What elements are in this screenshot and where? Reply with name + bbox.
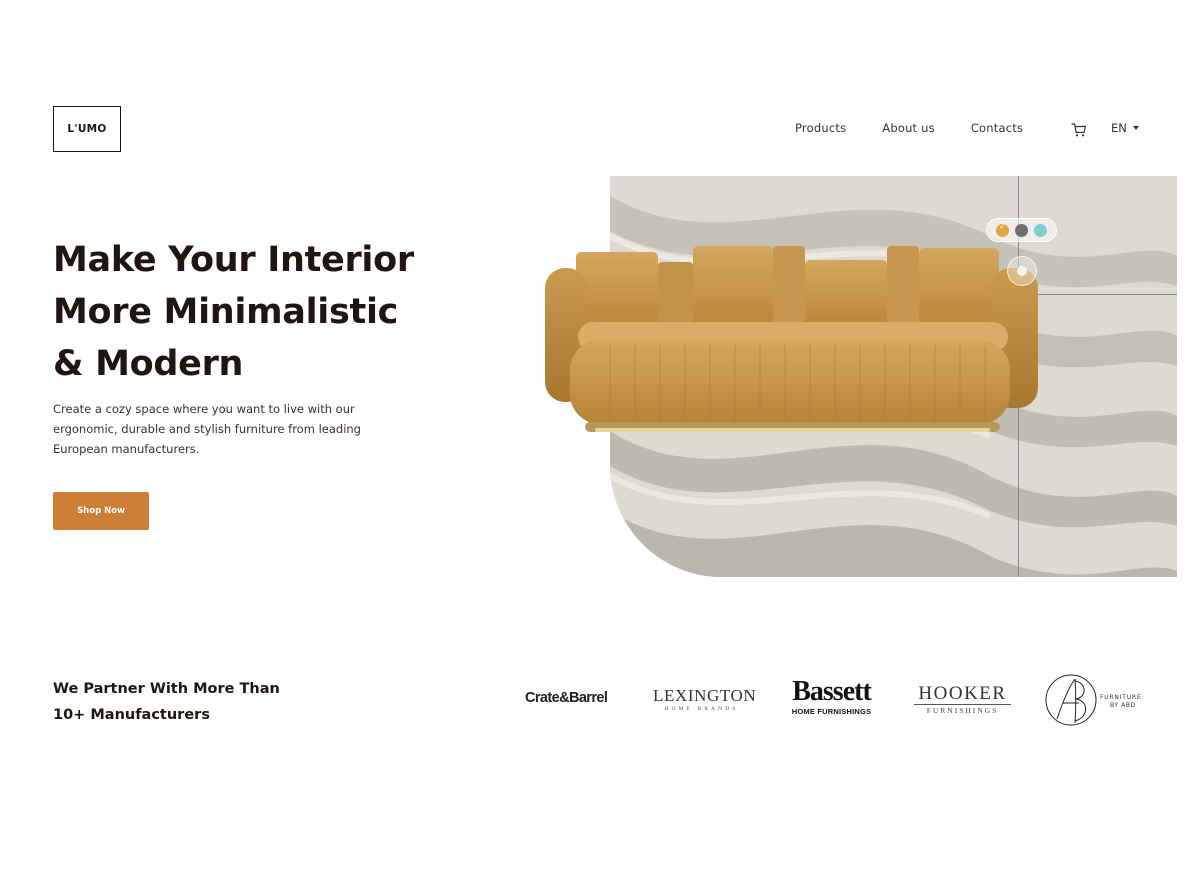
- brand-logo-crate-barrel: Crate&Barrel: [525, 690, 608, 706]
- partners-title: We Partner With More Than 10+ Manufactur…: [53, 676, 373, 728]
- brand-lexington-name: LEXINGTON: [653, 686, 757, 705]
- main-nav: Products About us Contacts: [795, 121, 1059, 135]
- brand-bassett-sub: HOME FURNISHINGS: [791, 707, 872, 716]
- brand-logo-furniture-by-abd: FURNITURE BY ABD: [1045, 673, 1145, 727]
- hotspot-dot: [1017, 266, 1027, 276]
- brand-logo-bassett: Bassett HOME FURNISHINGS: [783, 676, 880, 717]
- brand-abd-sub: BY ABD: [1110, 702, 1136, 709]
- language-selector[interactable]: EN: [1111, 121, 1139, 135]
- hero-title-line-2: More Minimalistic: [53, 292, 399, 332]
- brand-hooker-name: HOOKER: [914, 684, 1011, 705]
- abd-monogram-icon: [1045, 674, 1097, 726]
- caret-down-icon: [1132, 126, 1139, 130]
- brand-lexington-sub: HOME BRANDS: [664, 706, 739, 712]
- color-swatches: ✓: [986, 218, 1057, 242]
- nav-about-us[interactable]: About us: [882, 121, 935, 135]
- brand-bassett-name: Bassett: [792, 676, 872, 707]
- swatch-gray[interactable]: [1015, 223, 1028, 237]
- product-hotspot[interactable]: [1007, 256, 1037, 286]
- swatch-mustard[interactable]: ✓: [996, 221, 1009, 237]
- hero-title-line-3: & Modern: [53, 344, 244, 384]
- check-icon: ✓: [999, 221, 1006, 231]
- logo[interactable]: L'UMO: [53, 106, 121, 152]
- brand-hooker-sub: FURNISHINGS: [926, 706, 999, 715]
- swatch-teal[interactable]: [1034, 223, 1047, 237]
- hero-title-line-1: Make Your Interior: [53, 240, 414, 280]
- language-label: EN: [1111, 121, 1127, 135]
- shop-now-button[interactable]: Shop Now: [53, 492, 149, 530]
- brand-logo-lexington: LEXINGTON HOME BRANDS: [653, 686, 757, 712]
- nav-contacts[interactable]: Contacts: [971, 121, 1023, 135]
- sofa-image: [545, 246, 1038, 432]
- brand-logo-hooker: HOOKER FURNISHINGS: [914, 684, 1011, 715]
- cart-icon[interactable]: [1071, 122, 1087, 138]
- hero-description: Create a cozy space where you want to li…: [53, 402, 361, 456]
- hero-title: Make Your Interior More Minimalistic & M…: [53, 234, 473, 390]
- partners-title-line-1: We Partner With More Than: [53, 681, 280, 697]
- brand-abd-name: FURNITURE: [1100, 694, 1142, 701]
- hero-image: ✓: [540, 176, 1180, 578]
- partners-title-line-2: 10+ Manufacturers: [53, 707, 210, 723]
- nav-products[interactable]: Products: [795, 121, 846, 135]
